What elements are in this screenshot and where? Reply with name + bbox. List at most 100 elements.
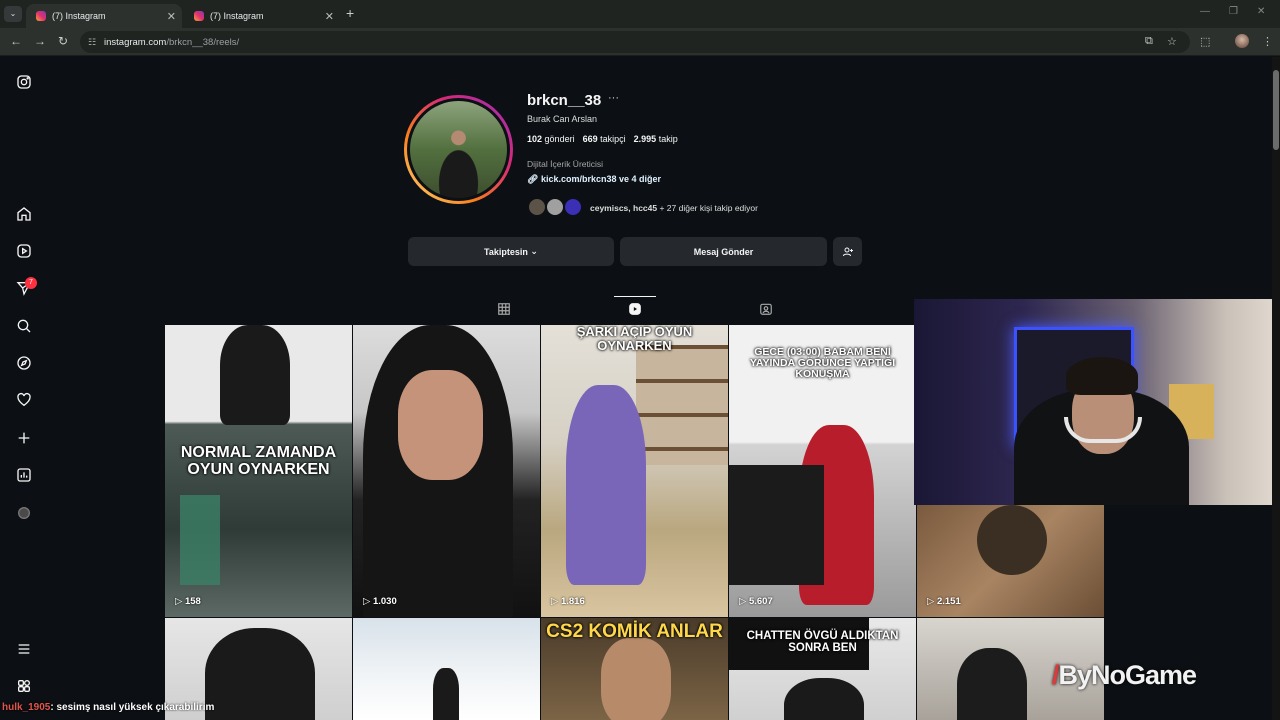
reel-thumbnail-monitor [729,465,824,585]
bookmark-star-icon[interactable]: ☆ [1167,35,1177,48]
reel-caption: CHATTEN ÖVGÜ ALDIKTAN SONRA BEN [746,630,899,655]
bynogame-watermark-logo: /ByNoGame [1052,660,1197,690]
tab-tagged[interactable] [759,302,773,316]
grid-icon [498,303,510,315]
browser-menu-icon[interactable]: ⋮ [1262,35,1273,48]
tagged-icon [760,303,772,315]
reel-caption: GECE (03:00) BABAM BENİ YAYINDA GÖRÜNCE … [749,346,896,381]
page-scrollbar-thumb[interactable] [1273,70,1279,150]
profile-photo [410,101,507,198]
install-app-icon[interactable]: ⧉ [1145,35,1153,48]
tab-list-button[interactable]: ⌄ [4,6,22,22]
following-stat[interactable]: 2.995 takip [634,134,678,144]
address-bar-row: ← → ↻ ☷ instagram.com/brkcn__38/reels/ ⧉… [0,28,1280,56]
active-tab-indicator [614,296,656,297]
follower-avatar [563,197,583,217]
instagram-logo-icon[interactable] [15,73,33,91]
reel-tile[interactable]: CHATTEN ÖVGÜ ALDIKTAN SONRA BEN [729,618,916,720]
instagram-sidebar [0,57,48,720]
reel-thumbnail-person [566,385,646,585]
reel-thumbnail-person [205,628,315,720]
reel-caption: NORMAL ZAMANDA OYUN OYNARKEN [180,444,337,478]
maximize-button[interactable]: ❐ [1229,6,1238,17]
profile-link[interactable]: 🔗︎ kick.com/brkcn38 ve 4 diğer [527,174,661,185]
browser-tab-1[interactable]: (7) Instagram ✕ [26,4,182,28]
also-from-meta-icon[interactable] [15,677,33,695]
profile-category: Dijital İçerik Üreticisi [527,159,604,169]
url-host: instagram.com [104,36,167,48]
home-icon[interactable] [15,205,33,223]
suggested-users-button[interactable] [833,237,862,266]
play-icon: ▷ [739,596,747,607]
streamer-webcam-overlay [914,299,1280,505]
posts-stat[interactable]: 102 gönderi [527,134,575,144]
reel-thumbnail-scene [180,495,220,585]
add-person-icon [842,247,853,256]
browser-profile-avatar[interactable] [1235,34,1249,48]
reel-tile[interactable]: ŞARKI AÇIP OYUN OYNARKEN ▷ 1.816 [541,325,728,617]
chevron-down-icon: ⌄ [530,246,538,256]
more-options-icon[interactable]: ··· [608,92,619,104]
reel-thumbnail-shelf [636,345,728,465]
following-button[interactable]: Takiptesin ⌄ [408,237,614,266]
followed-by-avatars[interactable] [527,197,585,217]
explore-icon[interactable] [15,354,33,372]
followers-stat[interactable]: 669 takipçi [583,134,626,144]
play-icon: ▷ [363,596,371,607]
reel-thumbnail-person [784,678,864,720]
forward-icon[interactable]: → [34,34,46,48]
close-tab-icon[interactable]: ✕ [325,10,334,23]
back-icon[interactable]: ← [10,34,22,48]
followed-by-text[interactable]: ceymiscs, hcc45 + 27 diğer kişi takip ed… [590,203,758,213]
reel-tile[interactable]: GECE (03:00) BABAM BENİ YAYINDA GÖRÜNCE … [729,325,916,617]
play-icon: ▷ [927,596,935,607]
browser-tab-2[interactable]: (7) Instagram ✕ [184,4,340,28]
reel-thumbnail-object [977,505,1047,575]
reel-tile[interactable]: NORMAL ZAMANDA OYUN OYNARKEN ▷ 158 [165,325,352,617]
tab-title: (7) Instagram [210,11,264,21]
reels-tab-icon [629,303,641,315]
extensions-icon[interactable]: ⬚ [1200,35,1210,48]
search-icon[interactable] [15,317,33,335]
profile-avatar-icon[interactable] [15,504,33,522]
site-info-icon[interactable]: ☷ [88,37,96,48]
close-window-button[interactable]: ✕ [1257,6,1265,17]
create-icon[interactable] [15,429,33,447]
new-tab-button[interactable]: + [346,5,354,21]
link-chain-icon: 🔗︎ [527,174,539,184]
reel-view-count: ▷ 5.607 [739,596,773,607]
close-tab-icon[interactable]: ✕ [167,10,176,23]
reel-view-count: ▷ 1.030 [363,596,397,607]
url-input[interactable]: ☷ instagram.com/brkcn__38/reels/ [80,31,1190,53]
reload-icon[interactable]: ↻ [58,34,68,48]
chat-username: hulk_1905 [2,702,51,713]
menu-icon[interactable] [15,640,33,658]
insights-icon[interactable] [15,466,33,484]
reel-tile[interactable] [353,618,540,720]
play-icon: ▷ [551,596,559,607]
reel-tile[interactable]: CS2 KOMİK ANLAR [541,618,728,720]
tab-reels[interactable] [628,302,642,316]
page-scrollbar[interactable] [1272,57,1280,720]
reel-caption: CS2 KOMİK ANLAR [546,621,723,642]
notification-count-badge: 7 [25,277,37,289]
minimize-button[interactable]: — [1200,6,1210,17]
tab-posts[interactable] [497,302,511,316]
send-message-button[interactable]: Mesaj Gönder [620,237,827,266]
profile-full-name: Burak Can Arslan [527,114,598,124]
play-icon: ▷ [175,596,183,607]
profile-stats: 102 gönderi 669 takipçi 2.995 takip [527,134,678,144]
reel-thumbnail-face [601,638,671,720]
browser-tab-bar: ⌄ (7) Instagram ✕ (7) Instagram ✕ + — ❐ … [0,0,1280,28]
reel-view-count: ▷ 2.151 [927,596,961,607]
reels-icon[interactable] [15,242,33,260]
notifications-heart-icon[interactable] [15,391,33,409]
follower-avatar [527,197,547,217]
reel-thumbnail-person [957,648,1027,720]
profile-avatar[interactable] [404,95,513,204]
reel-tile[interactable]: ▷ 1.030 [353,325,540,617]
follower-avatar [545,197,565,217]
profile-username: brkcn__38 [527,92,602,109]
reel-tile[interactable]: ▷ 2.151 [917,505,1104,617]
reel-thumbnail-person [433,668,459,720]
